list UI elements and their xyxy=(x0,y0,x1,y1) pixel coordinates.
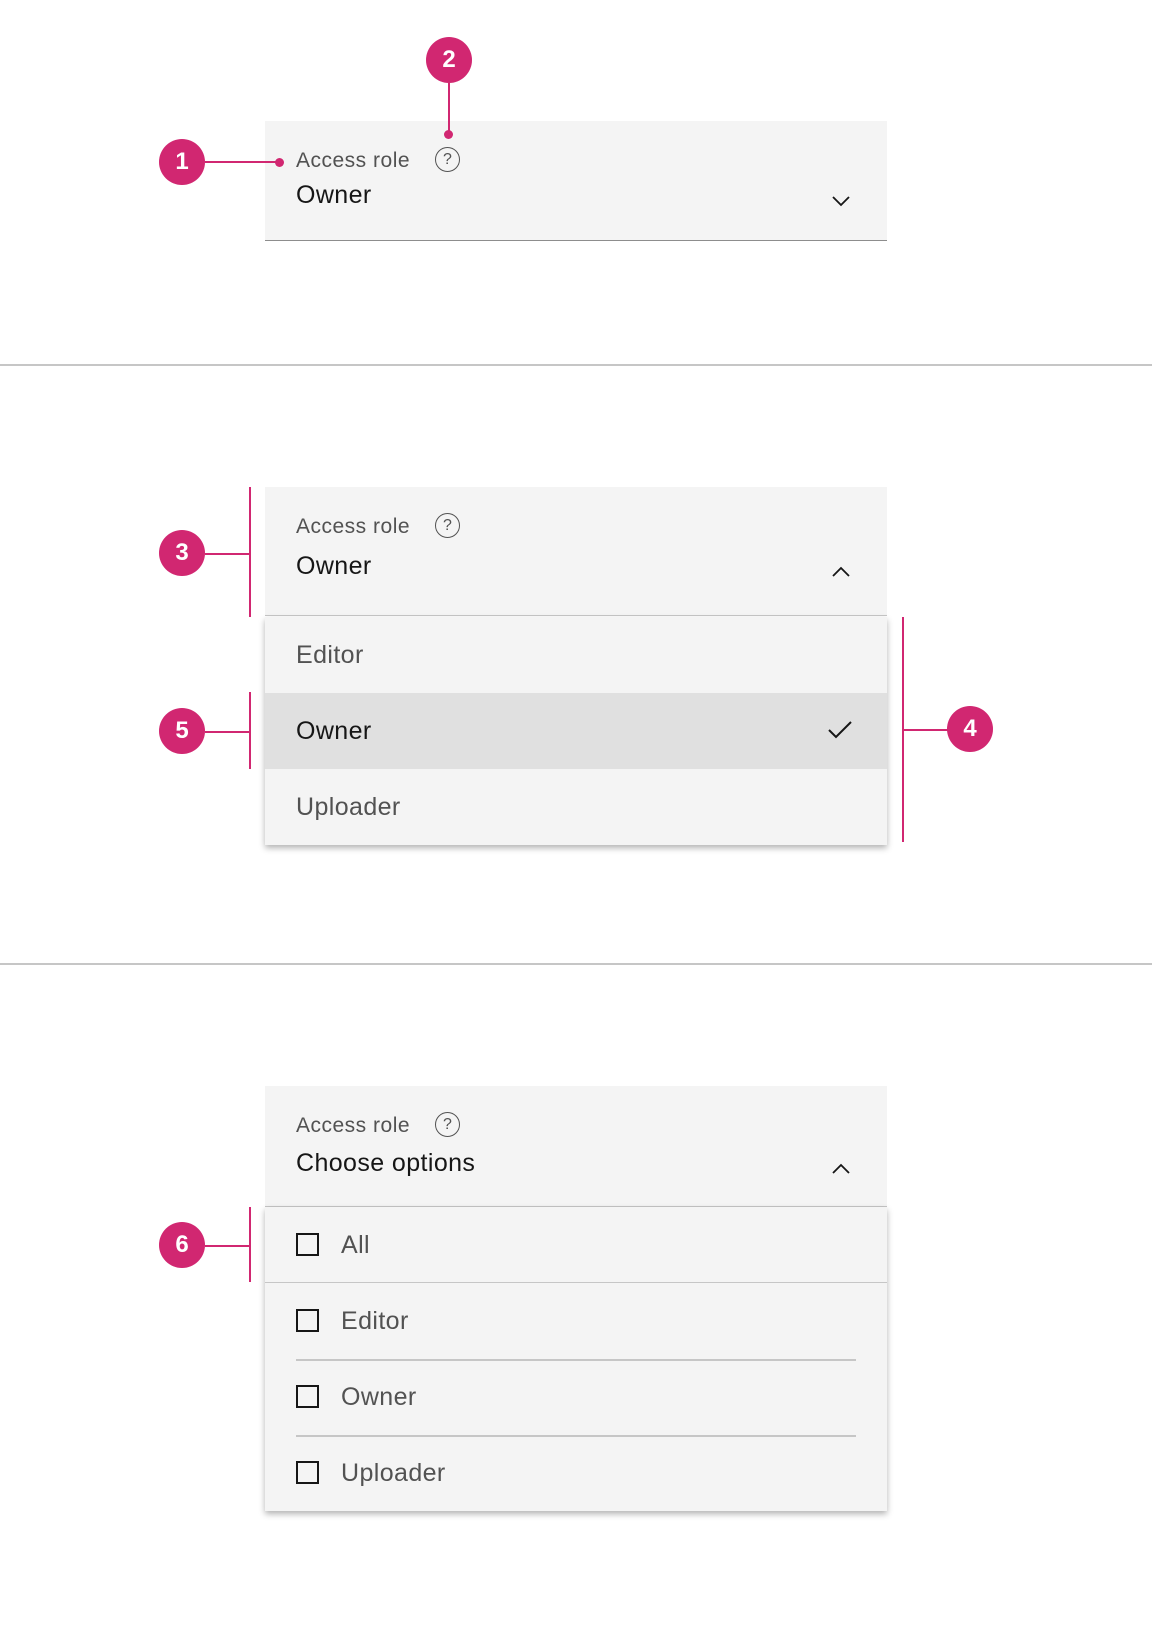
option-label: Owner xyxy=(341,1383,417,1411)
marker-bracket xyxy=(249,487,251,617)
option-label: Uploader xyxy=(341,1459,446,1487)
marker-dot xyxy=(275,158,284,167)
chevron-up-icon[interactable] xyxy=(831,1159,851,1179)
dropdown-closed[interactable]: Access role ? Owner xyxy=(265,121,887,241)
chevron-up-icon[interactable] xyxy=(831,562,851,582)
option-editor[interactable]: Editor xyxy=(265,1283,887,1359)
marker-line xyxy=(903,729,948,731)
marker-line xyxy=(205,1245,250,1247)
question-circle-icon[interactable]: ? xyxy=(435,147,460,172)
marker-1: 1 xyxy=(159,139,205,185)
option-uploader[interactable]: Uploader xyxy=(265,1435,887,1511)
selected-value: Owner xyxy=(296,181,372,209)
option-label: Editor xyxy=(341,1307,409,1335)
menu-option-uploader[interactable]: Uploader xyxy=(265,769,887,845)
checkmark-icon xyxy=(828,721,852,739)
marker-3: 3 xyxy=(159,530,205,576)
marker-6: 6 xyxy=(159,1222,205,1268)
field-label: Access role xyxy=(296,149,411,172)
checkbox[interactable] xyxy=(296,1384,319,1408)
section-divider xyxy=(0,364,1152,366)
marker-line xyxy=(205,553,250,555)
question-circle-icon[interactable]: ? xyxy=(435,1112,460,1137)
placeholder-value: Choose options xyxy=(296,1149,476,1177)
marker-dot xyxy=(444,130,453,139)
marker-5: 5 xyxy=(159,708,205,754)
question-circle-icon[interactable]: ? xyxy=(435,513,460,538)
option-separator xyxy=(296,1359,856,1361)
field-label: Access role xyxy=(296,515,411,538)
chevron-down-icon[interactable] xyxy=(831,191,851,211)
marker-line xyxy=(205,731,250,733)
dropdown-open[interactable]: Access role ? Owner xyxy=(265,487,887,616)
multiselect-open[interactable]: Access role ? Choose options xyxy=(265,1086,887,1207)
multiselect-menu: All Editor Owner Uploader xyxy=(265,1207,887,1511)
option-all[interactable]: All xyxy=(265,1207,887,1283)
menu-option-editor[interactable]: Editor xyxy=(265,617,887,693)
option-separator xyxy=(296,1435,856,1437)
option-label: All xyxy=(341,1231,370,1259)
checkbox[interactable] xyxy=(296,1232,319,1256)
marker-line xyxy=(205,161,279,163)
menu-option-owner[interactable]: Owner xyxy=(265,693,887,769)
marker-line xyxy=(448,83,450,135)
field-label: Access role xyxy=(296,1114,411,1137)
marker-2: 2 xyxy=(426,37,472,83)
marker-4: 4 xyxy=(947,706,993,752)
option-owner[interactable]: Owner xyxy=(265,1359,887,1435)
selected-value: Owner xyxy=(296,552,372,580)
checkbox[interactable] xyxy=(296,1460,319,1484)
checkbox[interactable] xyxy=(296,1308,319,1332)
section-divider xyxy=(0,963,1152,965)
dropdown-menu: Editor Owner Uploader xyxy=(265,617,887,845)
option-label: Owner xyxy=(296,717,372,745)
